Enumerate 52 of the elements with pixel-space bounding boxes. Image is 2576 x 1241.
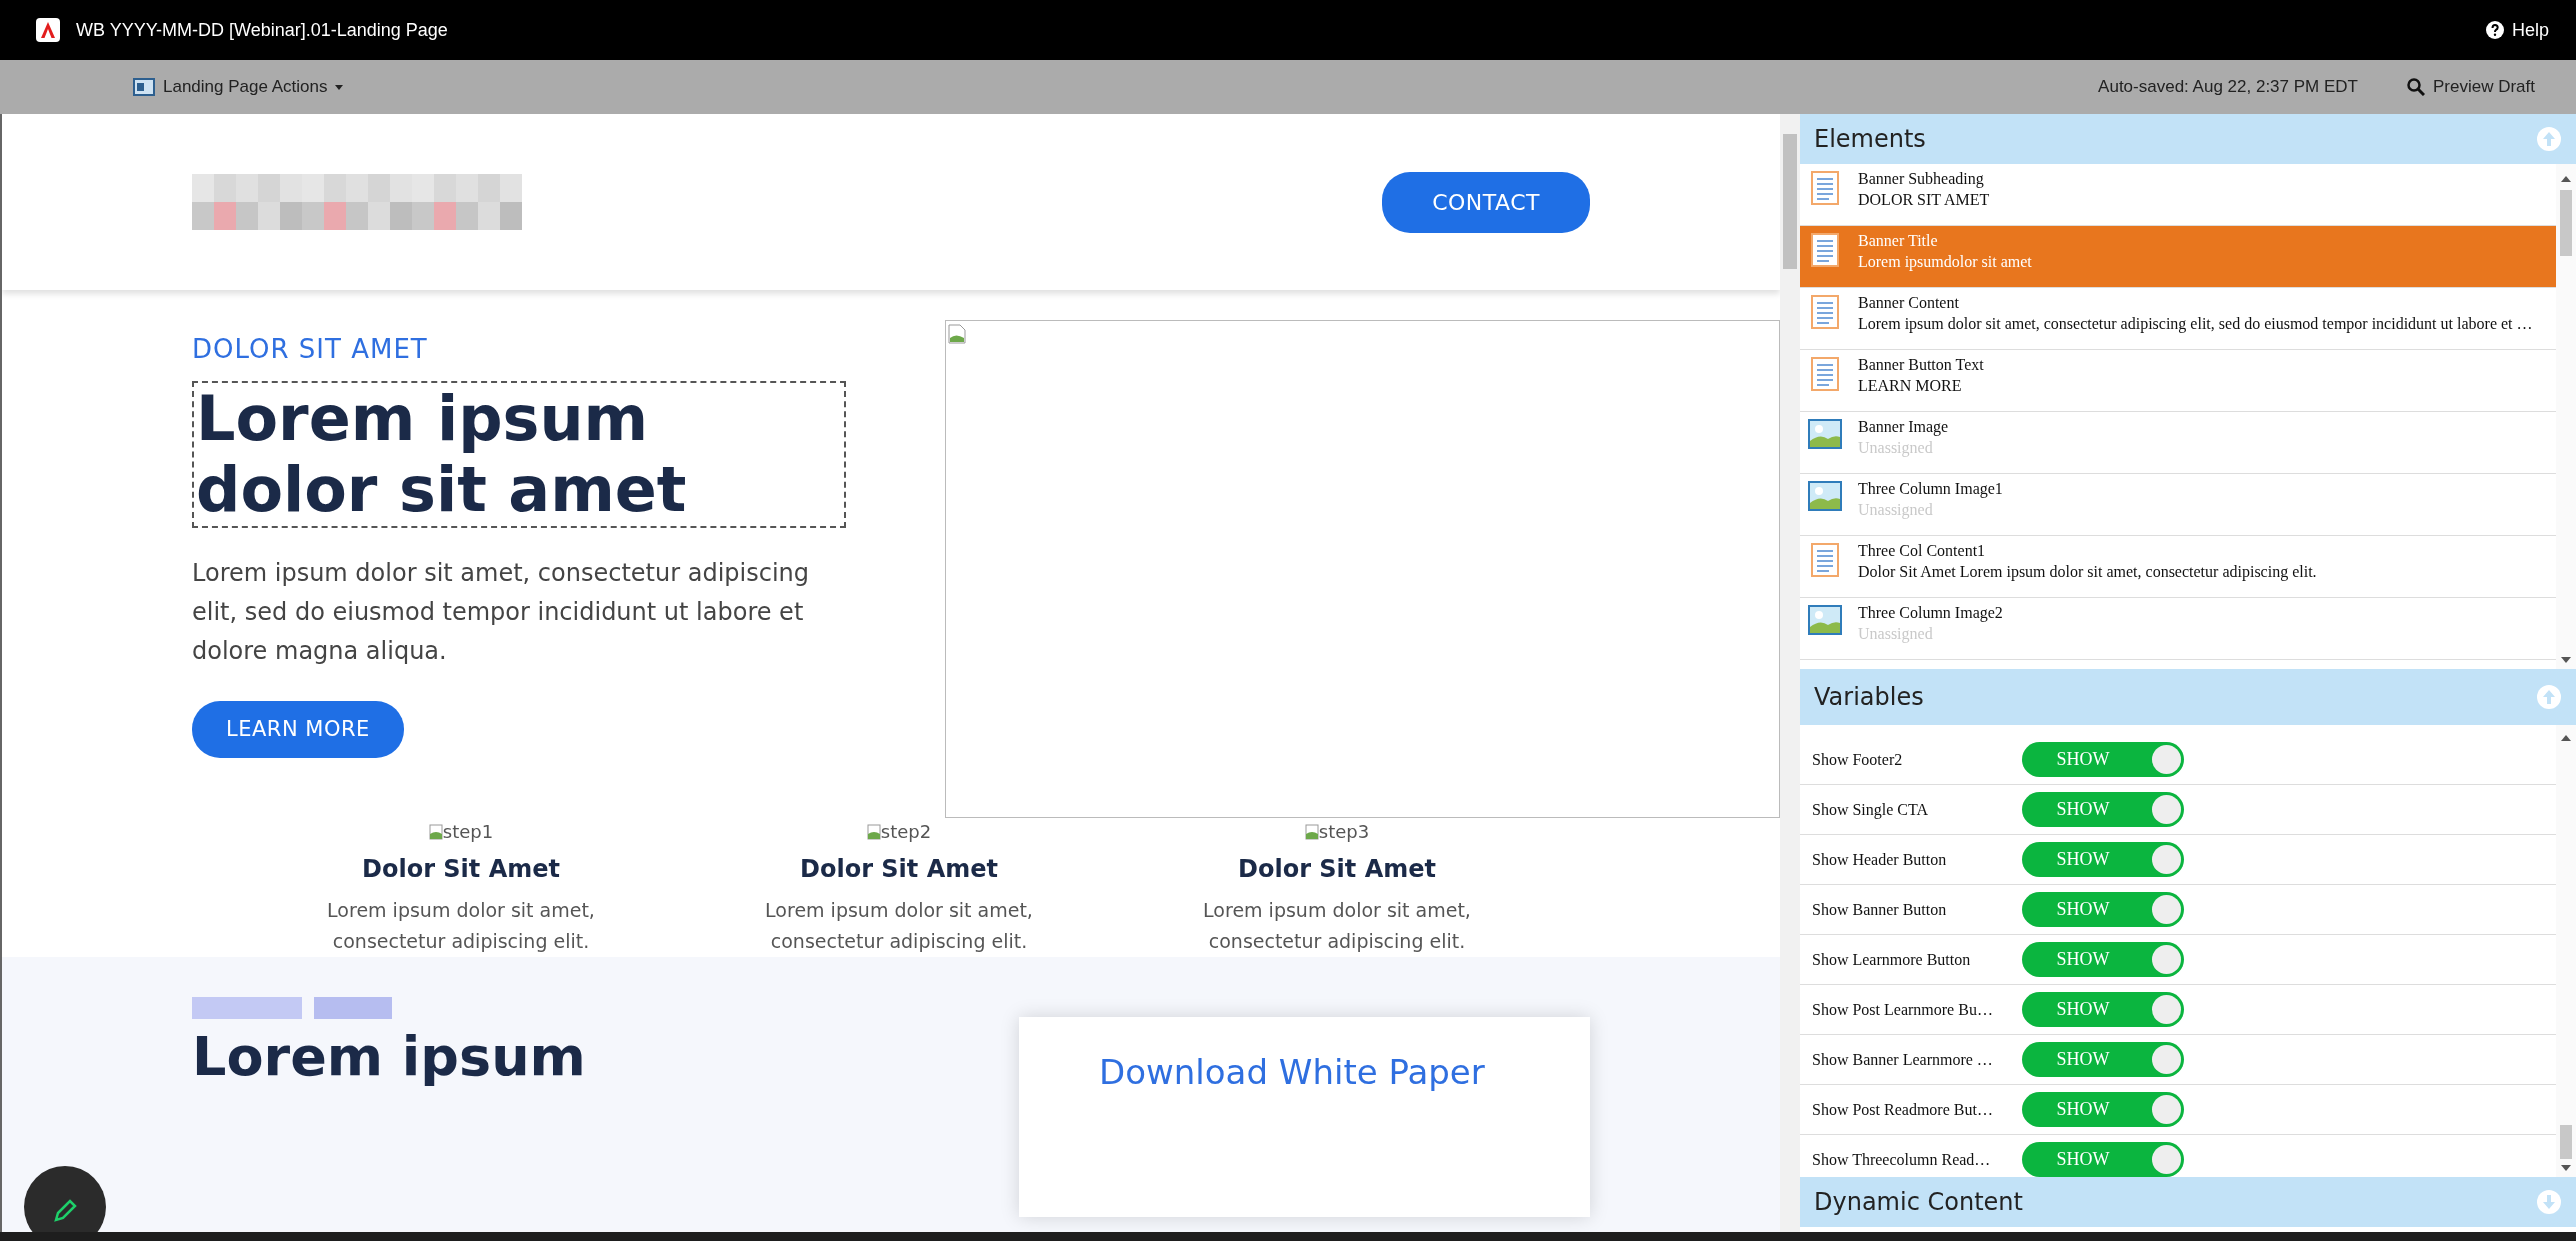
element-name: Three Column Image2: [1858, 603, 2003, 623]
element-name: Three Col Content1: [1858, 541, 1987, 561]
column-text: Lorem ipsum dolor sit amet, consectetur adipiscing elit.: [764, 897, 1034, 954]
variable-label: Show Post Learnmore Bu…: [1812, 999, 1994, 1020]
column-heading: Dolor Sit Amet: [361, 853, 561, 885]
panel-header[interactable]: Elements: [1800, 114, 2576, 164]
panel-title: Elements: [1814, 124, 1926, 155]
element-item[interactable]: Banner Button Text LEARN MORE: [1800, 350, 2556, 412]
learn-more-button[interactable]: LEARN MORE: [192, 700, 404, 759]
panel-header[interactable]: Variables: [1800, 669, 2576, 725]
banner-title[interactable]: Lorem ipsum dolor sit amet: [192, 381, 846, 528]
download-link[interactable]: Download White Paper: [1099, 1046, 1485, 1098]
banner-subheading: DOLOR SIT AMET: [192, 333, 429, 366]
column-heading: Dolor Sit Amet: [1237, 853, 1437, 885]
element-value: Lorem ipsum dolor sit amet, consectetur adipiscing elit, sed do eiusmod tempor incididunt ut labore et …: [1858, 314, 2533, 334]
step-image: step2: [866, 818, 932, 845]
panel-header[interactable]: Dynamic Content: [1800, 1177, 2576, 1227]
element-value: Dolor Sit Amet Lorem ipsum dolor sit amet, consectetur adipiscing elit.: [1858, 562, 2317, 582]
element-name: Banner Subheading: [1858, 169, 1985, 189]
variable-label: Show Footer2: [1812, 749, 1904, 770]
variable-label: Show Banner Learnmore …: [1812, 1049, 1994, 1070]
element-name: Banner Image: [1858, 417, 1949, 437]
column-text: Lorem ipsum dolor sit amet, consectetur adipiscing elit.: [326, 897, 596, 954]
column-heading: Dolor Sit Amet: [799, 853, 999, 885]
variable-label: Show Header Button: [1812, 849, 1948, 870]
element-name: Banner Content: [1858, 293, 1960, 313]
variable-label: Show Post Readmore But…: [1812, 1099, 1994, 1120]
element-value: Lorem ipsumdolor sit amet: [1858, 252, 2032, 272]
window-title: WB YYYY-MM-DD [Webinar].01-Landing Page: [76, 18, 448, 42]
element-item[interactable]: Three Col Content1 Dolor Sit Amet Lorem ipsum dolor sit amet, consectetur adipiscing elit.: [1800, 536, 2556, 598]
variable-label: Show Single CTA: [1812, 799, 1930, 821]
actions-menu[interactable]: Landing Page Actions: [132, 73, 345, 101]
banner-content: Lorem ipsum dolor sit amet, consectetur adipiscing elit, sed do eiusmod tempor incididunt ut labore et dolore magna aliqua.: [192, 557, 811, 667]
element-value: DOLOR SIT AMET: [1858, 190, 1990, 210]
variable-label: Show Threecolumn Read…: [1812, 1149, 1992, 1170]
panel-title: Dynamic Content: [1814, 1187, 2023, 1218]
autosave-status: Auto-saved: Aug 22, 2:37 PM EDT: [2098, 76, 2358, 99]
contact-button[interactable]: CONTACT: [1382, 171, 1590, 233]
step-image: step1: [428, 818, 494, 845]
section-heading: Lorem ipsum: [192, 1026, 586, 1086]
step-image: step3: [1304, 818, 1370, 845]
element-name: Three Column Image1: [1858, 479, 2003, 499]
element-item[interactable]: Banner Content Lorem ipsum dolor sit amet, consectetur adipiscing elit, sed do eiusmod tempor incididunt ut labore et …: [1800, 288, 2556, 350]
variable-label: Show Banner Button: [1812, 899, 1948, 920]
variable-label: Show Learnmore Button: [1812, 949, 1972, 970]
preview-draft-button[interactable]: Preview Draft: [2405, 73, 2536, 101]
element-name: Banner Button Text: [1858, 355, 1984, 375]
panel-title: Variables: [1814, 682, 1924, 713]
help-button[interactable]: Help: [2484, 15, 2550, 45]
element-value: LEARN MORE: [1858, 376, 1963, 396]
column-text: Lorem ipsum dolor sit amet, consectetur adipiscing elit.: [1202, 897, 1472, 954]
element-name: Banner Title: [1858, 231, 1939, 251]
